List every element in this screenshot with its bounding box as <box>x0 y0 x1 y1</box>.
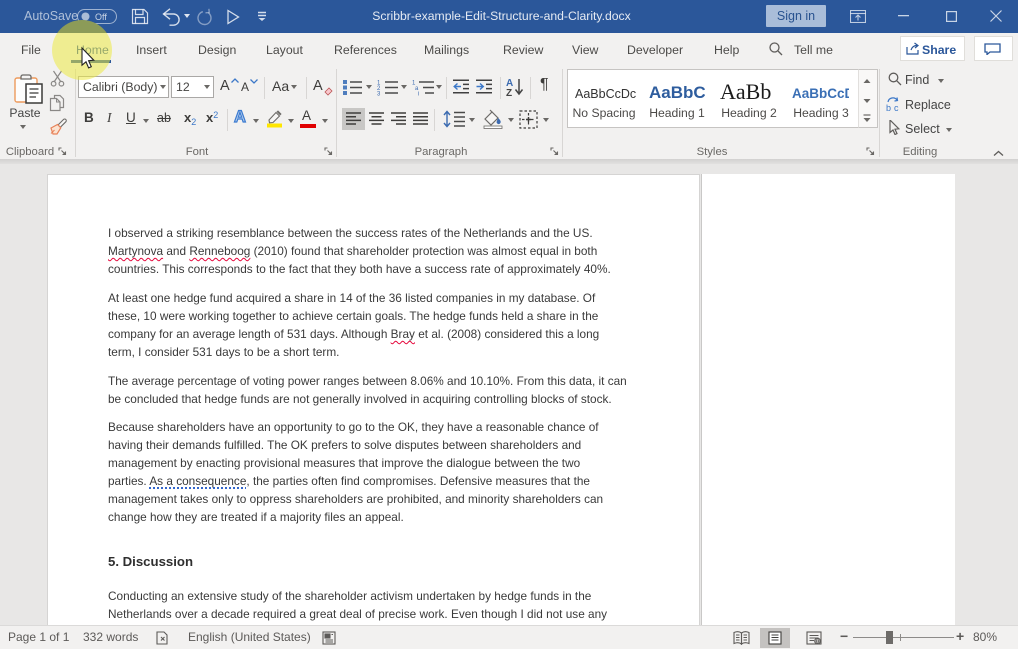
svg-text:3: 3 <box>377 92 381 97</box>
svg-text:c: c <box>894 103 899 112</box>
svg-text:b: b <box>886 103 891 112</box>
svg-text:Z: Z <box>506 88 512 97</box>
svg-text:i: i <box>418 92 419 97</box>
